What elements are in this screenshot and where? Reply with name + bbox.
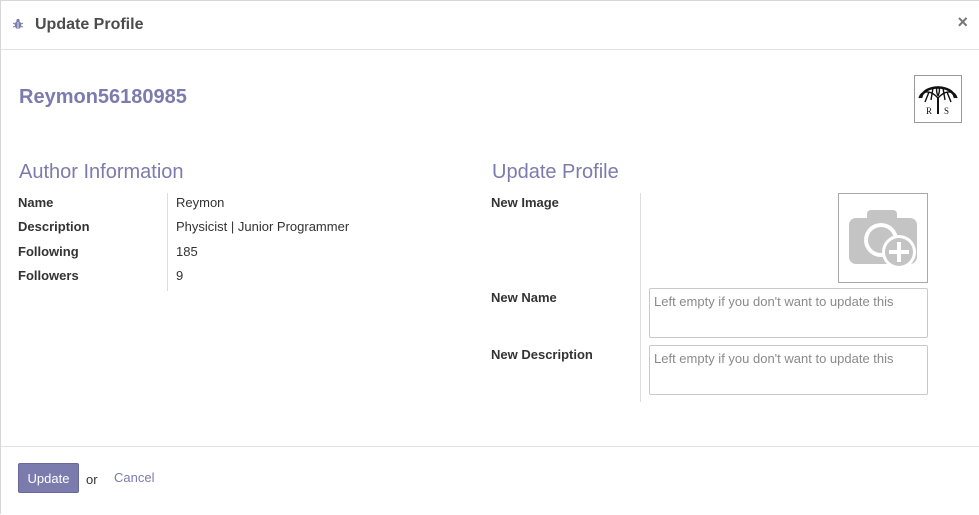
- tree-logo-icon: R S: [918, 86, 958, 116]
- record-title: Reymon56180985: [19, 86, 187, 108]
- svg-text:R: R: [926, 106, 932, 116]
- bug-icon: [12, 18, 24, 29]
- followers-label: Followers: [18, 268, 79, 283]
- update-profile-heading: Update Profile: [492, 161, 619, 183]
- dialog-header: Update Profile ×: [1, 1, 979, 50]
- description-label: Description: [18, 219, 90, 234]
- close-icon[interactable]: ×: [957, 12, 968, 33]
- author-info-divider: [167, 193, 168, 291]
- new-name-field[interactable]: [649, 288, 928, 338]
- author-information-heading: Author Information: [19, 161, 184, 183]
- svg-text:S: S: [944, 106, 949, 116]
- new-description-label: New Description: [491, 347, 593, 362]
- description-value: Physicist | Junior Programmer: [176, 219, 350, 234]
- dialog-footer: Update or Cancel: [1, 446, 979, 515]
- followers-value: 9: [176, 268, 184, 283]
- update-profile-dialog: Update Profile × Reymon56180985 R S Auth…: [0, 0, 979, 514]
- update-profile-divider: [640, 193, 641, 402]
- new-description-field[interactable]: [649, 345, 928, 395]
- new-name-label: New Name: [491, 290, 557, 305]
- update-button[interactable]: Update: [18, 463, 79, 493]
- cancel-link[interactable]: Cancel: [114, 470, 154, 485]
- camera-add-icon: [849, 210, 917, 269]
- avatar: R S: [914, 75, 962, 123]
- new-image-upload[interactable]: [838, 193, 928, 283]
- name-value: Reymon: [176, 195, 225, 210]
- following-value: 185: [176, 244, 198, 259]
- new-image-label: New Image: [491, 195, 559, 210]
- or-text: or: [86, 472, 98, 487]
- dialog-title: Update Profile: [35, 16, 144, 33]
- name-label: Name: [18, 195, 54, 210]
- following-label: Following: [18, 244, 79, 259]
